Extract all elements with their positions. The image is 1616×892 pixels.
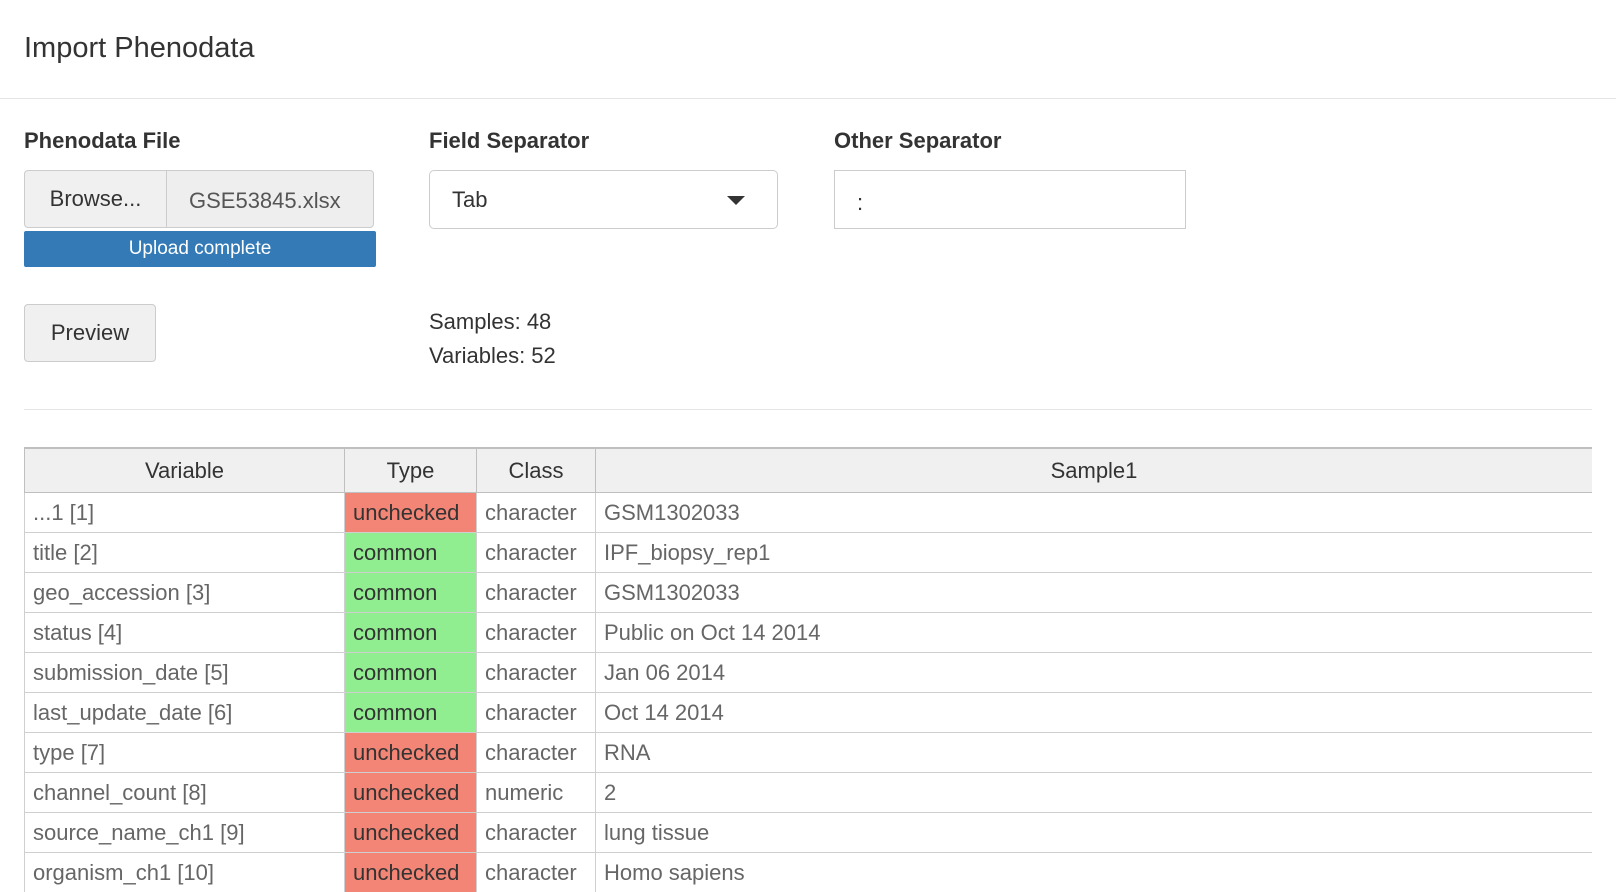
type-cell[interactable]: common: [344, 532, 477, 573]
sample-cell: 2: [595, 772, 1592, 813]
file-name-field: GSE53845.xlsx: [166, 170, 374, 228]
phenodata-file-label: Phenodata File: [24, 128, 181, 153]
field-separator-select[interactable]: Tab: [429, 170, 778, 229]
sample-cell: GSM1302033: [595, 492, 1592, 533]
table-row: last_update_date [6] common character Oc…: [24, 692, 1592, 733]
divider: [24, 409, 1592, 410]
phenodata-table-container: Variable Type Class Sample1 ...1 [1] unc…: [24, 447, 1592, 892]
samples-count: Samples: 48: [429, 309, 552, 334]
type-cell[interactable]: unchecked: [344, 852, 477, 892]
upload-status: Upload complete: [24, 231, 376, 267]
variable-cell: geo_accession [3]: [24, 572, 345, 613]
table-row: organism_ch1 [10] unchecked character Ho…: [24, 852, 1592, 892]
type-cell[interactable]: common: [344, 652, 477, 693]
table-row: submission_date [5] common character Jan…: [24, 652, 1592, 693]
variable-cell: ...1 [1]: [24, 492, 345, 533]
type-cell[interactable]: common: [344, 692, 477, 733]
class-cell: character: [476, 492, 596, 533]
import-phenodata-modal: Import Phenodata Phenodata File Field Se…: [0, 0, 1616, 892]
table-row: title [2] common character IPF_biopsy_re…: [24, 532, 1592, 573]
sample-cell: GSM1302033: [595, 572, 1592, 613]
chevron-down-icon: [727, 196, 745, 205]
sample-cell: Oct 14 2014: [595, 692, 1592, 733]
class-cell: character: [476, 852, 596, 892]
upload-progress-bar: Upload complete: [24, 231, 376, 267]
type-cell[interactable]: unchecked: [344, 812, 477, 853]
variable-cell: last_update_date [6]: [24, 692, 345, 733]
summary: Samples: 48 Variables: 52: [429, 305, 556, 373]
type-cell[interactable]: unchecked: [344, 732, 477, 773]
type-cell[interactable]: common: [344, 612, 477, 653]
sample-cell: Public on Oct 14 2014: [595, 612, 1592, 653]
header-sample1[interactable]: Sample1: [595, 447, 1592, 493]
header-variable[interactable]: Variable: [24, 447, 345, 493]
sample-cell: IPF_biopsy_rep1: [595, 532, 1592, 573]
table-header-row: Variable Type Class Sample1: [24, 447, 1592, 493]
variable-cell: source_name_ch1 [9]: [24, 812, 345, 853]
header-class[interactable]: Class: [476, 447, 596, 493]
table-row: source_name_ch1 [9] unchecked character …: [24, 812, 1592, 853]
table-row: geo_accession [3] common character GSM13…: [24, 572, 1592, 613]
browse-button[interactable]: Browse...: [24, 170, 167, 228]
class-cell: character: [476, 652, 596, 693]
modal-header: Import Phenodata: [0, 0, 1616, 99]
type-cell[interactable]: common: [344, 572, 477, 613]
type-cell[interactable]: unchecked: [344, 492, 477, 533]
sample-cell: Homo sapiens: [595, 852, 1592, 892]
class-cell: character: [476, 572, 596, 613]
variable-cell: title [2]: [24, 532, 345, 573]
variables-count: Variables: 52: [429, 343, 556, 368]
class-cell: character: [476, 692, 596, 733]
class-cell: character: [476, 732, 596, 773]
phenodata-table: Variable Type Class Sample1 ...1 [1] unc…: [24, 447, 1592, 892]
variable-cell: type [7]: [24, 732, 345, 773]
field-separator-value: Tab: [452, 186, 488, 212]
type-cell[interactable]: unchecked: [344, 772, 477, 813]
class-cell: character: [476, 812, 596, 853]
sample-cell: Jan 06 2014: [595, 652, 1592, 693]
class-cell: character: [476, 612, 596, 653]
preview-button[interactable]: Preview: [24, 304, 156, 362]
class-cell: character: [476, 532, 596, 573]
variable-cell: channel_count [8]: [24, 772, 345, 813]
header-type[interactable]: Type: [344, 447, 477, 493]
table-row: type [7] unchecked character RNA: [24, 732, 1592, 773]
table-row: status [4] common character Public on Oc…: [24, 612, 1592, 653]
variable-cell: status [4]: [24, 612, 345, 653]
sample-cell: lung tissue: [595, 812, 1592, 853]
modal-title: Import Phenodata: [24, 31, 255, 64]
other-separator-input[interactable]: [834, 170, 1186, 229]
variable-cell: organism_ch1 [10]: [24, 852, 345, 892]
sample-cell: RNA: [595, 732, 1592, 773]
variable-cell: submission_date [5]: [24, 652, 345, 693]
table-row: channel_count [8] unchecked numeric 2: [24, 772, 1592, 813]
class-cell: numeric: [476, 772, 596, 813]
field-separator-label: Field Separator: [429, 128, 590, 153]
table-row: ...1 [1] unchecked character GSM1302033: [24, 492, 1592, 533]
other-separator-label: Other Separator: [834, 128, 1002, 153]
